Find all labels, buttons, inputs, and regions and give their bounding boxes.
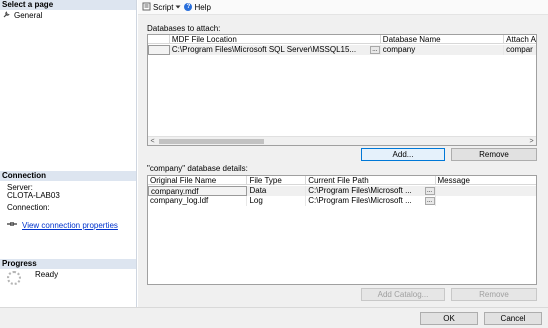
connection-header: Connection [0,171,136,181]
database-name-cell[interactable]: company [381,45,505,55]
databases-to-attach-label: Databases to attach: [147,24,221,33]
column-header-database-name[interactable]: Database Name [381,35,505,44]
grid-header-row: MDF File Location Database Name Attach A [148,35,536,44]
view-connection-properties-link[interactable]: View connection properties [6,220,118,230]
script-icon [142,2,151,13]
current-file-path-cell[interactable]: C:\Program Files\Microsoft ... ... [306,196,436,206]
browse-mdf-button[interactable]: ... [369,46,380,54]
progress-status-text: Ready [35,270,59,279]
remove-file-button[interactable]: Remove [451,288,537,301]
message-cell [436,196,536,206]
database-details-grid[interactable]: Original File Name File Type Current Fil… [147,175,537,285]
help-button[interactable]: ? Help [184,2,211,12]
server-value: CLOTA-LAB03 [7,191,60,200]
chevron-down-icon [175,3,181,12]
databases-to-attach-grid[interactable]: MDF File Location Database Name Attach A… [147,34,537,146]
database-details-label: "company" database details: [147,164,248,173]
current-file-path-text: C:\Program Files\Microsoft ... [308,186,412,195]
file-type-cell[interactable]: Data [247,186,307,196]
attach-databases-panel: Script ? Help Databases to attach: MDF F… [138,0,548,328]
remove-database-button[interactable]: Remove [451,148,537,161]
row-selector-header [148,35,170,44]
table-row[interactable]: company_log.ldf Log C:\Program Files\Mic… [148,196,536,206]
connection-properties-icon [6,220,18,230]
table-row[interactable]: company.mdf Data C:\Program Files\Micros… [148,186,536,196]
column-header-mdf-location[interactable]: MDF File Location [170,35,381,44]
ok-button[interactable]: OK [420,312,478,325]
connection-label: Connection: [7,203,50,212]
script-label: Script [153,2,174,12]
select-page-header: Select a page [0,0,136,10]
scrollbar-thumb[interactable] [159,139,264,144]
current-file-path-cell[interactable]: C:\Program Files\Microsoft ... ... [306,186,436,196]
table-row[interactable]: C:\Program Files\Microsoft SQL Server\MS… [148,45,536,55]
progress-header: Progress [0,259,136,269]
dialog-footer: OK Cancel [0,307,548,328]
wrench-icon [3,10,11,20]
cancel-button[interactable]: Cancel [484,312,542,325]
toolbar: Script ? Help [138,0,548,15]
page-item-label: General [14,10,43,20]
column-header-original-file-name[interactable]: Original File Name [148,176,248,185]
help-label: Help [194,2,211,12]
help-icon: ? [184,3,193,11]
column-header-message[interactable]: Message [436,176,536,185]
column-header-attach-as[interactable]: Attach A [504,35,536,44]
script-button[interactable]: Script [142,2,181,13]
progress-spinner-icon [7,271,21,285]
row-selector[interactable] [148,45,170,55]
progress-status: Ready [7,270,58,285]
column-header-current-file-path[interactable]: Current File Path [306,176,436,185]
scroll-right-icon[interactable]: > [527,137,536,145]
browse-path-button[interactable]: ... [424,197,435,205]
browse-path-button[interactable]: ... [424,187,435,195]
add-catalog-button[interactable]: Add Catalog... [361,288,445,301]
page-item-general[interactable]: General [3,10,42,20]
file-type-cell[interactable]: Log [247,196,307,206]
page-selector-panel: Select a page General Connection Server:… [0,0,137,328]
message-cell [436,186,536,196]
horizontal-scrollbar[interactable]: < > [148,136,536,145]
original-file-name-cell[interactable]: company.mdf [148,186,248,196]
column-header-file-type[interactable]: File Type [247,176,307,185]
original-file-name-cell[interactable]: company_log.ldf [148,196,248,206]
view-connection-link-label[interactable]: View connection properties [22,221,118,230]
current-file-path-text: C:\Program Files\Microsoft ... [308,196,412,205]
attach-as-cell[interactable]: compar [504,45,536,55]
mdf-location-text: C:\Program Files\Microsoft SQL Server\MS… [171,45,357,54]
add-button[interactable]: Add... [361,148,445,161]
scroll-left-icon[interactable]: < [148,137,157,145]
grid-header-row: Original File Name File Type Current Fil… [148,176,536,185]
mdf-location-cell[interactable]: C:\Program Files\Microsoft SQL Server\MS… [170,45,381,55]
